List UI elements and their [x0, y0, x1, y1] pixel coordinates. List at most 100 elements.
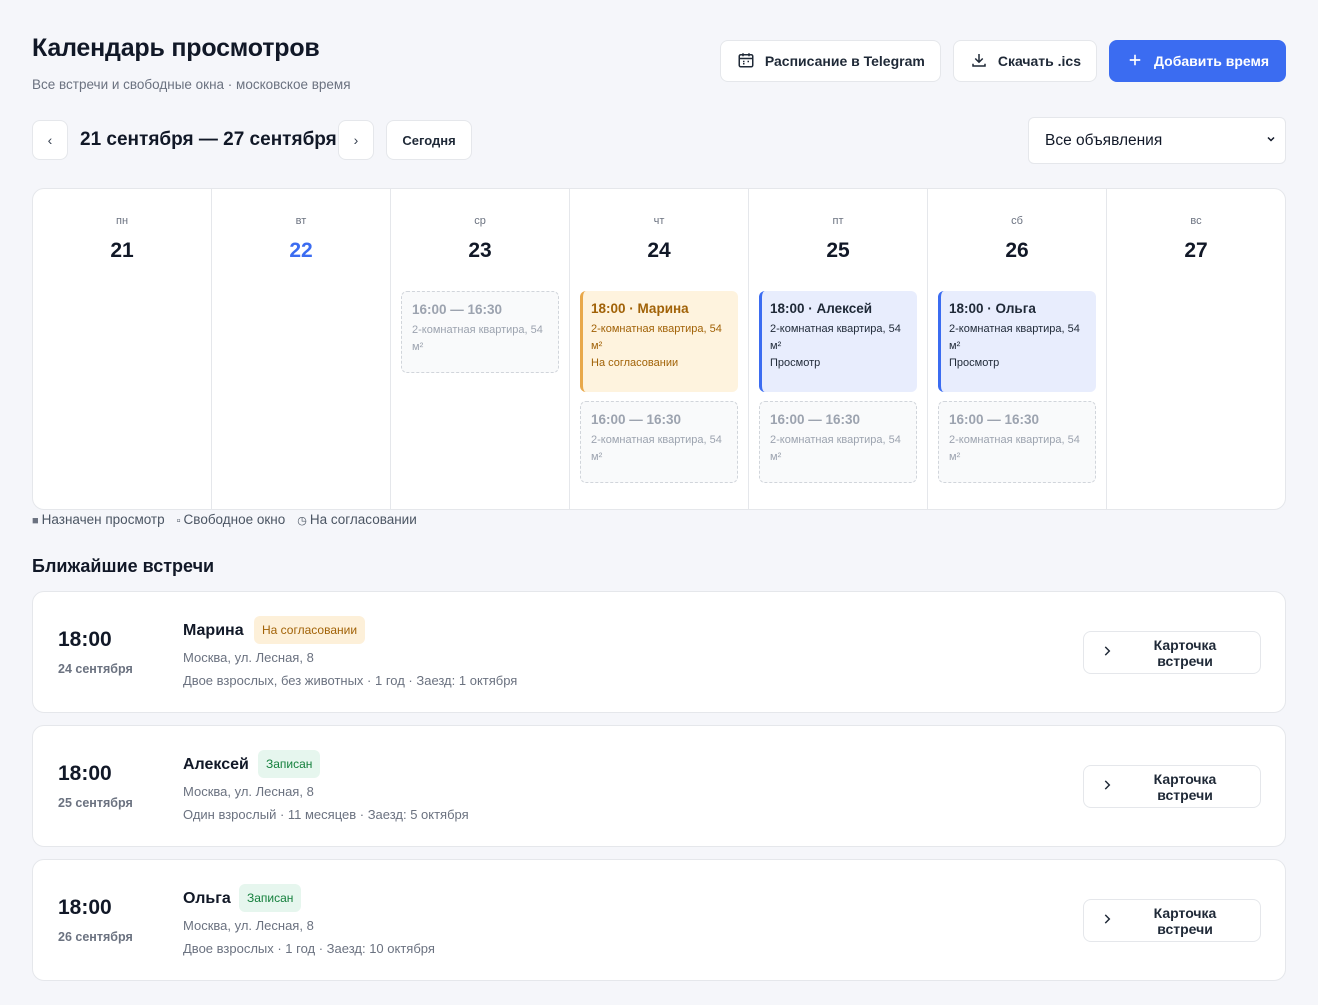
upcoming-title: Ближайшие встречи [32, 556, 215, 576]
free-slot-event[interactable]: 16:00 — 16:30 2-комнатная квартира, 54 м… [580, 401, 738, 483]
day-column-fri: пт 25 18:00 · Алексей 2-комнатная кварти… [749, 189, 928, 509]
event-time: 16:00 — 16:30 [949, 412, 1040, 427]
status-badge: На согласовании [254, 616, 366, 644]
day-of-week: пт [832, 215, 844, 227]
chevron-right-icon [1100, 912, 1114, 929]
free-square-icon: ▫ [176, 515, 181, 527]
telegram-schedule-label: Расписание в Telegram [764, 53, 925, 69]
appointment-date: 24 сентября [58, 662, 133, 676]
appointment-meta: Один взрослый · 11 месяцев · Заезд: 5 ок… [183, 807, 469, 822]
day-of-week: пн [115, 215, 129, 227]
calendar-legend: ■ Назначен просмотр ▫ Свободное окно ◷ На с… [32, 512, 417, 527]
legend-pending: ◷ На согласовании [297, 512, 417, 527]
appointment-address: Москва, ул. Лесная, 8 [183, 918, 314, 933]
page-subtitle: Все встречи и свободные окна · московско… [32, 77, 351, 92]
download-ics-button[interactable]: Скачать .ics [952, 40, 1098, 82]
meeting-card-button[interactable]: Карточка встречи [1083, 631, 1261, 674]
legend-booked: ■ Назначен просмотр [32, 512, 165, 527]
day-column-thu: чт 24 18:00 · Марина 2-комнатная квартир… [570, 189, 749, 509]
chevron-down-icon [1265, 132, 1277, 150]
meeting-card-label: Карточка встречи [1153, 770, 1217, 803]
event-time: 16:00 — 16:30 [770, 412, 861, 427]
day-number: 24 [647, 239, 671, 262]
event-status: На согласовании [591, 357, 679, 369]
prev-week-button[interactable]: ‹ [32, 120, 68, 160]
appointment-name: Марина [183, 622, 244, 639]
add-time-label: Добавить время [1154, 53, 1269, 69]
appointment-name: Алексей [183, 756, 249, 773]
day-number-today: 22 [289, 239, 313, 262]
week-calendar: пн 21 вт 22 ср 23 16:00 — 16:30 2-комнат… [32, 188, 1286, 510]
listing-filter-value: Все объявления [1045, 131, 1163, 149]
listing-filter-select[interactable]: Все объявления [1028, 117, 1286, 164]
event-listing: 2-комнатная квартира, 54 м² [770, 434, 901, 463]
event-status: Просмотр [770, 357, 821, 369]
appointment-card: 18:00 25 сентября Алексей Записан Москва… [32, 725, 1286, 847]
event-time: 16:00 — 16:30 [591, 412, 682, 427]
appointment-card: 18:00 26 сентября Ольга Записан Москва, … [32, 859, 1286, 981]
day-number: 23 [468, 239, 492, 262]
day-column-mon: пн 21 [33, 189, 212, 509]
day-number: 27 [1184, 239, 1208, 262]
appointment-date: 25 сентября [58, 796, 133, 810]
day-number: 25 [826, 239, 850, 262]
today-button[interactable]: Сегодня [386, 120, 472, 160]
day-column-tue: вт 22 [212, 189, 391, 509]
free-slot-event[interactable]: 16:00 — 16:30 2-комнатная квартира, 54 м… [938, 401, 1096, 483]
day-of-week: ср [474, 215, 486, 227]
event-listing: 2-комнатная квартира, 54 м² [770, 323, 901, 352]
appointment-address: Москва, ул. Лесная, 8 [183, 650, 314, 665]
page-header: Календарь просмотров Все встречи и свобо… [32, 34, 351, 92]
booked-square-icon: ■ [32, 515, 39, 527]
free-slot-event[interactable]: 16:00 — 16:30 2-комнатная квартира, 54 м… [759, 401, 917, 483]
event-listing: 2-комнатная квартира, 54 м² [591, 434, 722, 463]
event-title: 18:00 · Алексей [770, 301, 873, 316]
event-time: 16:00 — 16:30 [412, 302, 503, 317]
day-column-sat: сб 26 18:00 · Ольга 2-комнатная квартира… [928, 189, 1107, 509]
plus-icon [1126, 51, 1144, 72]
event-listing: 2-комнатная квартира, 54 м² [949, 323, 1080, 352]
appointment-time: 18:00 [58, 628, 112, 651]
appointment-address: Москва, ул. Лесная, 8 [183, 784, 314, 799]
week-toolbar: ‹ 21 сентября — 27 сентября › Сегодня Вс… [32, 117, 1286, 164]
page-title: Календарь просмотров [32, 34, 320, 62]
event-status: Просмотр [949, 357, 1000, 369]
event-title: 18:00 · Ольга [949, 301, 1036, 316]
appointment-card: 18:00 24 сентября Марина На согласовании… [32, 591, 1286, 713]
add-time-button[interactable]: Добавить время [1109, 40, 1286, 82]
legend-booked-label: Назначен просмотр [41, 512, 165, 527]
chevron-right-icon [1100, 644, 1114, 661]
event-title: 18:00 · Марина [591, 301, 689, 316]
chevron-right-icon [1100, 778, 1114, 795]
appointment-name: Ольга [183, 890, 231, 907]
meeting-card-button[interactable]: Карточка встречи [1083, 765, 1261, 808]
telegram-schedule-button[interactable]: Расписание в Telegram [719, 40, 941, 82]
booked-event[interactable]: 18:00 · Алексей 2-комнатная квартира, 54… [759, 291, 917, 392]
day-column-sun: вс 27 [1107, 189, 1285, 509]
booked-event[interactable]: 18:00 · Ольга 2-комнатная квартира, 54 м… [938, 291, 1096, 392]
legend-free: ▫ Свободное окно [177, 512, 286, 527]
meeting-card-button[interactable]: Карточка встречи [1083, 899, 1261, 942]
status-badge: Записан [258, 750, 321, 778]
pending-event[interactable]: 18:00 · Марина 2-комнатная квартира, 54 … [580, 291, 738, 392]
calendar-icon [737, 51, 755, 72]
day-column-wed: ср 23 16:00 — 16:30 2-комнатная квартира… [391, 189, 570, 509]
appointment-meta: Двое взрослых · 1 год · Заезд: 10 октябр… [183, 941, 435, 956]
next-week-button[interactable]: › [338, 120, 374, 160]
status-badge: Записан [239, 884, 302, 912]
legend-free-label: Свободное окно [183, 512, 286, 527]
legend-pending-label: На согласовании [309, 512, 417, 527]
download-icon [970, 51, 988, 72]
download-ics-label: Скачать .ics [997, 53, 1082, 69]
day-of-week: чт [653, 215, 665, 227]
meeting-card-label: Карточка встречи [1153, 636, 1217, 669]
event-listing: 2-комнатная квартира, 54 м² [591, 323, 722, 352]
meeting-card-label: Карточка встречи [1153, 904, 1217, 937]
free-slot-event[interactable]: 16:00 — 16:30 2-комнатная квартира, 54 м… [401, 291, 559, 373]
day-number: 21 [110, 239, 134, 262]
appointment-meta: Двое взрослых, без животных · 1 год · За… [183, 673, 518, 688]
day-of-week: вт [295, 215, 307, 227]
event-listing: 2-комнатная квартира, 54 м² [412, 324, 543, 353]
day-of-week: вс [1190, 215, 1202, 227]
event-listing: 2-комнатная квартира, 54 м² [949, 434, 1080, 463]
